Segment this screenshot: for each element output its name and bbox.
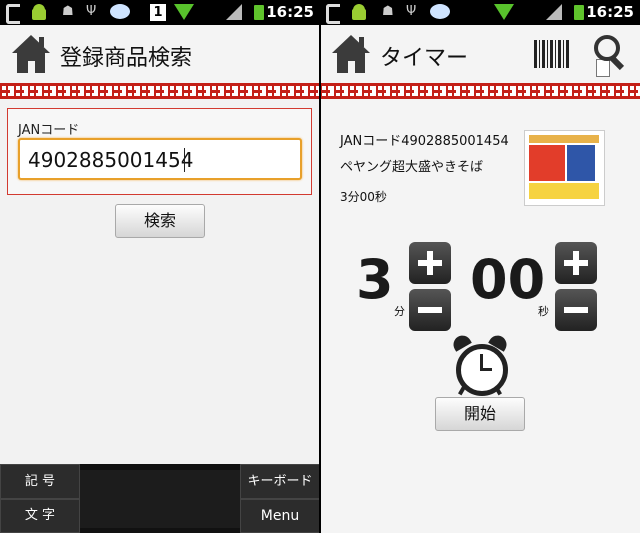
keyboard-key[interactable]: キーボード <box>240 464 320 499</box>
status-bar: ☗ Ψ 1 16:25 <box>0 0 320 25</box>
alarm-clock-icon <box>450 332 512 396</box>
page-title: タイマー <box>380 46 469 71</box>
signal-icon <box>546 4 562 20</box>
symbol-key[interactable]: 記 号 <box>0 464 80 499</box>
left-screen: ☗ Ψ 1 16:25 登録商品検索 JANコード 4902885001454 … <box>0 0 320 533</box>
status-time: 16:25 <box>586 3 634 21</box>
keyboard-space <box>80 470 240 528</box>
text-caret <box>184 148 185 172</box>
home-icon[interactable] <box>332 35 370 73</box>
title-bar: 登録商品検索 <box>0 25 320 83</box>
minutes-minus-button[interactable] <box>409 289 451 331</box>
result-list-area <box>0 246 320 464</box>
keyboard-toolbar: 記 号 文 字 キーボード Menu <box>0 464 320 533</box>
chat-icon <box>430 4 452 20</box>
debug-icon: ☗ <box>382 4 394 19</box>
start-button[interactable]: 開始 <box>435 397 525 431</box>
product-image <box>524 130 605 206</box>
status-bar: ☗ Ψ 16:25 <box>320 0 640 25</box>
status-time: 16:25 <box>266 3 314 21</box>
screen-divider <box>319 0 321 533</box>
chat-icon <box>110 4 132 20</box>
title-bar: タイマー <box>320 25 640 83</box>
minutes-display: 3 <box>356 248 394 311</box>
decorative-border <box>320 83 640 99</box>
search-button[interactable]: 検索 <box>115 204 205 238</box>
menu-key[interactable]: Menu <box>240 499 320 533</box>
android-icon <box>30 4 48 20</box>
seconds-minus-button[interactable] <box>555 289 597 331</box>
notification-icon <box>324 4 342 24</box>
search-icon[interactable] <box>592 35 628 77</box>
page-title: 登録商品検索 <box>60 46 193 71</box>
jan-code-input[interactable]: 4902885001454 <box>18 138 302 180</box>
battery-icon <box>254 4 264 20</box>
timer-setting-text: 3分00秒 <box>340 190 387 204</box>
jan-code-value: 4902885001454 <box>28 148 194 172</box>
signal-icon <box>226 4 242 20</box>
character-key[interactable]: 文 字 <box>0 499 80 533</box>
product-name: ペヤング超大盛やきそば <box>340 160 484 175</box>
badge-icon: 1 <box>150 4 166 21</box>
battery-icon <box>574 4 584 20</box>
wifi-icon <box>494 4 514 20</box>
usb-icon: Ψ <box>406 4 417 19</box>
android-icon <box>350 4 368 20</box>
debug-icon: ☗ <box>62 4 74 19</box>
wifi-icon <box>174 4 194 20</box>
jan-code-panel: JANコード 4902885001454 <box>7 108 312 195</box>
minutes-unit: 分 <box>394 305 405 318</box>
home-icon[interactable] <box>12 35 50 73</box>
seconds-plus-button[interactable] <box>555 242 597 284</box>
barcode-icon[interactable] <box>534 40 570 68</box>
right-screen: ☗ Ψ 16:25 タイマー JANコード4902885001454 ペヤング超… <box>320 0 640 533</box>
minutes-plus-button[interactable] <box>409 242 451 284</box>
jan-code-label: JANコード <box>18 123 80 138</box>
jan-code-text: JANコード4902885001454 <box>340 134 509 149</box>
seconds-display: 00 <box>470 248 546 311</box>
decorative-border <box>0 83 320 99</box>
usb-icon: Ψ <box>86 4 97 19</box>
screenshot-root: ☗ Ψ 1 16:25 登録商品検索 JANコード 4902885001454 … <box>0 0 640 533</box>
notification-icon <box>4 4 22 24</box>
seconds-unit: 秒 <box>538 305 549 318</box>
